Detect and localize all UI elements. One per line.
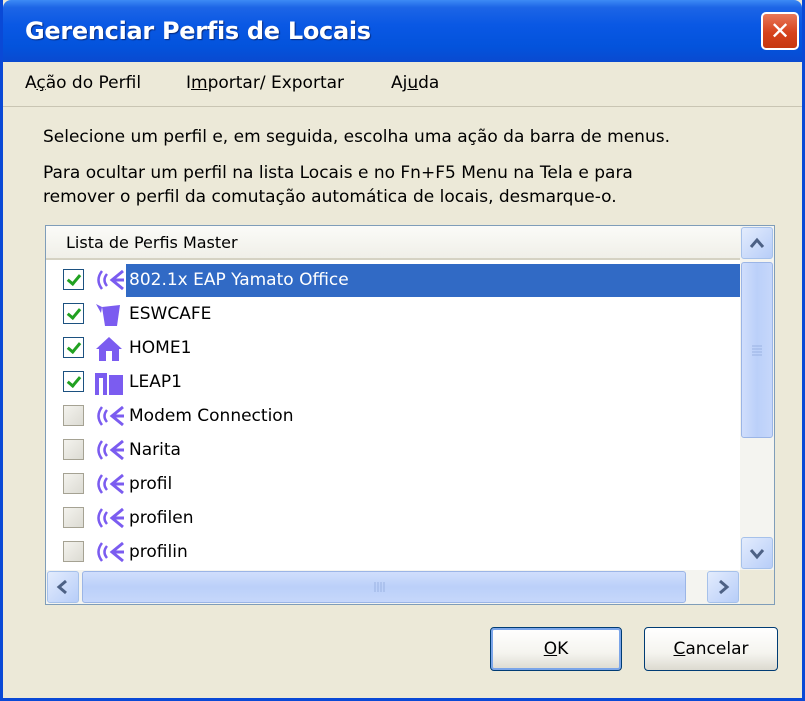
cancel-button[interactable]: Cancelar [644,627,778,671]
instruction-text-1: Selecione um perfil e, em seguida, escol… [43,127,670,147]
list-item[interactable]: ESWCAFE [46,298,740,331]
ok-button[interactable]: OK [490,627,622,671]
profile-checkbox[interactable] [63,371,84,392]
list-item[interactable]: Modem Connection [46,400,740,433]
profile-label: 802.1x EAP Yamato Office [129,270,349,290]
profile-checkbox[interactable] [63,337,84,358]
instruction-text-2a: Para ocultar um perfil na lista Locais e… [43,163,633,183]
profile-checkbox[interactable] [63,507,84,528]
dialog-window: Gerenciar Perfis de Locais ✕ Ação do Per… [0,0,805,701]
vertical-scroll-thumb[interactable] [741,262,773,438]
profile-checkbox[interactable] [63,439,84,460]
profile-label: LEAP1 [129,372,182,392]
scroll-left-button[interactable] [47,571,79,603]
house-icon [96,337,122,361]
profile-label: Modem Connection [129,406,294,426]
list-item[interactable]: HOME1 [46,332,740,365]
profile-checkbox[interactable] [63,405,84,426]
profile-checkbox[interactable] [63,541,84,562]
profile-checkbox[interactable] [63,303,84,324]
wireless-icon [97,507,124,529]
profile-label: profilin [129,542,188,562]
close-button[interactable]: ✕ [761,12,799,50]
grip-icon [374,582,385,592]
scroll-up-button[interactable] [741,227,773,259]
list-header-label: Lista de Perfis Master [66,233,238,252]
profile-label: Narita [129,440,181,460]
list-item[interactable]: Narita [46,434,740,467]
wireless-icon [97,541,124,563]
scroll-right-button[interactable] [707,571,739,603]
close-icon: ✕ [769,17,791,45]
building-icon [95,373,123,395]
instruction-text-2b: remover o perfil da comutação automática… [43,187,617,207]
menu-importar-exportar[interactable]: Importar/ Exportar [186,73,344,93]
chevron-down-icon [749,549,765,560]
menu-ajuda[interactable]: Ajuda [391,73,439,93]
list-header[interactable]: Lista de Perfis Master [46,226,740,260]
wireless-icon [97,269,124,291]
grip-icon [752,345,762,356]
horizontal-scroll-thumb[interactable] [82,571,686,603]
scroll-corner [740,570,774,604]
chevron-up-icon [749,237,765,248]
vertical-scrollbar[interactable] [740,226,774,570]
wireless-icon [97,473,124,495]
horizontal-scrollbar[interactable] [46,570,740,604]
profile-checkbox[interactable] [63,473,84,494]
list-item[interactable]: LEAP1 [46,366,740,399]
list-item[interactable]: profilen [46,502,740,535]
menu-bar: Ação do Perfil Importar/ Exportar Ajuda [3,62,802,107]
profile-label: profil [129,474,173,494]
coffee-cup-icon [96,304,120,326]
chevron-right-icon [719,579,730,595]
wireless-icon [97,439,124,461]
chevron-left-icon [56,579,67,595]
profile-label: ESWCAFE [129,304,212,324]
list-item[interactable]: 802.1x EAP Yamato Office [46,264,740,297]
title-bar[interactable]: Gerenciar Perfis de Locais ✕ [3,0,802,62]
profile-checkbox[interactable] [63,269,84,290]
list-item[interactable]: profilin [46,536,740,569]
profile-list[interactable]: Lista de Perfis Master 802.1x EAP Yamato… [45,225,775,605]
window-title: Gerenciar Perfis de Locais [25,17,371,45]
wireless-icon [97,405,124,427]
profile-label: profilen [129,508,194,528]
list-item[interactable]: profil [46,468,740,501]
scroll-down-button[interactable] [741,537,773,569]
profile-label: HOME1 [129,338,192,358]
menu-acao-do-perfil[interactable]: Ação do Perfil [25,73,141,93]
